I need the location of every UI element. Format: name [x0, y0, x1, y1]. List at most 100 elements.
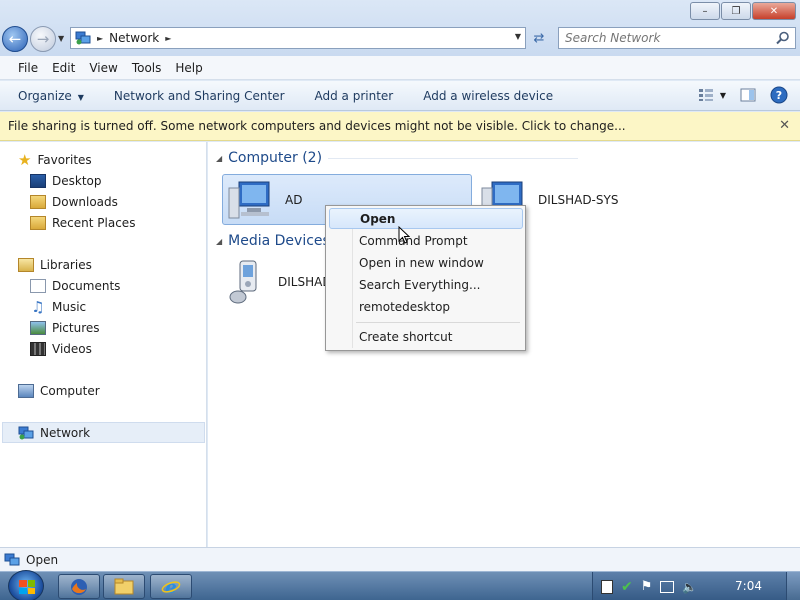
context-menu: Open Command Prompt Open in new window S… — [325, 205, 526, 351]
context-open[interactable]: Open — [329, 208, 523, 229]
media-device-icon — [229, 260, 257, 304]
organize-button[interactable]: Organize ▼ — [18, 89, 84, 103]
network-sharing-center-button[interactable]: Network and Sharing Center — [114, 89, 285, 103]
sidebar-item-network[interactable]: Network — [18, 423, 90, 443]
start-button[interactable] — [8, 570, 44, 600]
menu-file[interactable]: File — [18, 61, 38, 75]
menu-tools[interactable]: Tools — [132, 61, 162, 75]
recent-places-icon — [30, 216, 46, 230]
clock[interactable]: 7:04 — [735, 579, 762, 593]
refresh-button[interactable]: ⇄ — [528, 27, 550, 49]
context-open-new-window[interactable]: Open in new window — [329, 252, 523, 273]
documents-icon — [30, 279, 46, 293]
sidebar-item-label: Documents — [52, 279, 121, 293]
taskbar-internet-explorer[interactable]: e — [150, 574, 192, 599]
infobar-text: File sharing is turned off. Some network… — [8, 119, 626, 133]
sidebar-item-label: Libraries — [40, 258, 92, 272]
recent-pages-dropdown[interactable]: ▼ — [58, 34, 64, 43]
sidebar-item-videos[interactable]: Videos — [30, 339, 92, 359]
close-button[interactable]: ✕ — [752, 2, 796, 20]
maximize-button[interactable]: ❐ — [721, 2, 751, 20]
sidebar-item-downloads[interactable]: Downloads — [30, 192, 118, 212]
mouse-cursor-icon — [398, 226, 410, 244]
refresh-icon: ⇄ — [533, 30, 545, 46]
sidebar-item-computer[interactable]: Computer — [18, 381, 100, 401]
group-title: Computer (2) — [228, 150, 323, 166]
minimize-button[interactable]: – — [690, 2, 720, 20]
sidebar-item-desktop[interactable]: Desktop — [30, 171, 102, 191]
tray-security-icon[interactable]: ✔ — [621, 579, 633, 595]
group-header-media-devices[interactable]: ◢ Media Devices — [216, 233, 330, 249]
window-controls: – ❐ ✕ — [690, 2, 796, 20]
windows-logo-icon — [19, 580, 35, 594]
sidebar-item-music[interactable]: ♫ Music — [30, 297, 86, 317]
network-item-label: DILSHAD — [278, 275, 332, 289]
sidebar-item-recent-places[interactable]: Recent Places — [30, 213, 135, 233]
close-icon[interactable]: ✕ — [779, 118, 790, 133]
show-desktop-button[interactable] — [786, 572, 800, 600]
sidebar-item-label: Network — [40, 426, 91, 440]
computer-icon — [18, 384, 34, 398]
menu-bar: File Edit View Tools Help — [0, 56, 800, 80]
network-item-dilshad[interactable]: DILSHAD — [228, 256, 332, 308]
chevron-down-icon[interactable]: ▼ — [515, 32, 521, 41]
network-item-label: DILSHAD-SYS — [538, 193, 619, 207]
forward-button[interactable]: → — [30, 26, 56, 52]
sidebar-item-documents[interactable]: Documents — [30, 276, 120, 296]
sidebar-item-pictures[interactable]: Pictures — [30, 318, 100, 338]
action-center-flag-icon[interactable]: ⚑ — [641, 579, 653, 594]
desktop-icon — [30, 174, 46, 188]
system-tray: ✔ ⚑ 🔈 7:04 — [592, 572, 800, 600]
command-bar: Organize ▼ Network and Sharing Center Add… — [0, 81, 800, 111]
view-controls: ▼ ? — [698, 86, 788, 104]
context-search-everything[interactable]: Search Everything... — [329, 274, 523, 295]
search-input[interactable] — [565, 31, 765, 45]
tray-notes-icon[interactable] — [601, 579, 613, 594]
arrow-left-icon: ← — [8, 30, 22, 48]
firefox-icon — [71, 578, 87, 595]
breadcrumb-separator-icon[interactable]: ► — [165, 34, 171, 43]
preview-pane-icon[interactable] — [740, 88, 756, 102]
help-icon[interactable]: ? — [770, 86, 788, 104]
search-icon[interactable] — [776, 31, 790, 45]
menu-help[interactable]: Help — [175, 61, 202, 75]
sidebar-item-libraries[interactable]: Libraries — [18, 255, 92, 275]
group-header-computer[interactable]: ◢ Computer (2) — [216, 150, 579, 166]
view-options-icon — [698, 89, 713, 101]
navigation-pane: ★ Favorites Desktop Downloads Recent Pla… — [0, 142, 207, 547]
sidebar-item-favorites[interactable]: ★ Favorites — [18, 150, 92, 170]
change-view-button[interactable]: ▼ — [698, 88, 726, 102]
taskbar: e ✔ ⚑ 🔈 7:04 — [0, 570, 800, 600]
taskbar-firefox[interactable] — [58, 574, 100, 599]
menu-edit[interactable]: Edit — [52, 61, 75, 75]
sidebar-item-label: Recent Places — [52, 216, 136, 230]
infobar[interactable]: File sharing is turned off. Some network… — [0, 112, 800, 141]
window-titlebar: – ❐ ✕ ← → ▼ ► Network ► ▼ ⇄ — [0, 0, 800, 56]
back-button[interactable]: ← — [2, 26, 28, 52]
sidebar-item-label: Downloads — [52, 195, 118, 209]
status-bar: Open — [0, 547, 800, 571]
context-command-prompt[interactable]: Command Prompt — [329, 230, 523, 251]
context-create-shortcut[interactable]: Create shortcut — [329, 326, 523, 347]
add-printer-button[interactable]: Add a printer — [315, 89, 394, 103]
search-box[interactable] — [558, 27, 796, 49]
svg-text:?: ? — [776, 89, 782, 102]
add-wireless-device-button[interactable]: Add a wireless device — [423, 89, 553, 103]
volume-muted-icon[interactable]: 🔈 — [682, 580, 697, 594]
status-text: Open — [26, 552, 59, 567]
collapse-triangle-icon[interactable]: ◢ — [216, 154, 222, 163]
explorer-folder-icon — [114, 578, 134, 594]
network-icon — [75, 31, 91, 45]
menu-view[interactable]: View — [89, 61, 117, 75]
computer-icon — [228, 181, 270, 218]
star-icon: ★ — [18, 151, 32, 169]
breadcrumb-network[interactable]: Network — [109, 31, 159, 45]
chevron-down-icon: ▼ — [719, 90, 726, 100]
taskbar-explorer[interactable] — [103, 574, 145, 599]
tray-network-icon[interactable] — [660, 580, 675, 593]
address-bar[interactable]: ► Network ► ▼ — [70, 27, 526, 49]
breadcrumb-separator-icon[interactable]: ► — [97, 34, 103, 43]
context-remotedesktop[interactable]: remotedesktop — [329, 296, 523, 317]
collapse-triangle-icon[interactable]: ◢ — [216, 237, 222, 246]
network-icon — [18, 426, 34, 440]
